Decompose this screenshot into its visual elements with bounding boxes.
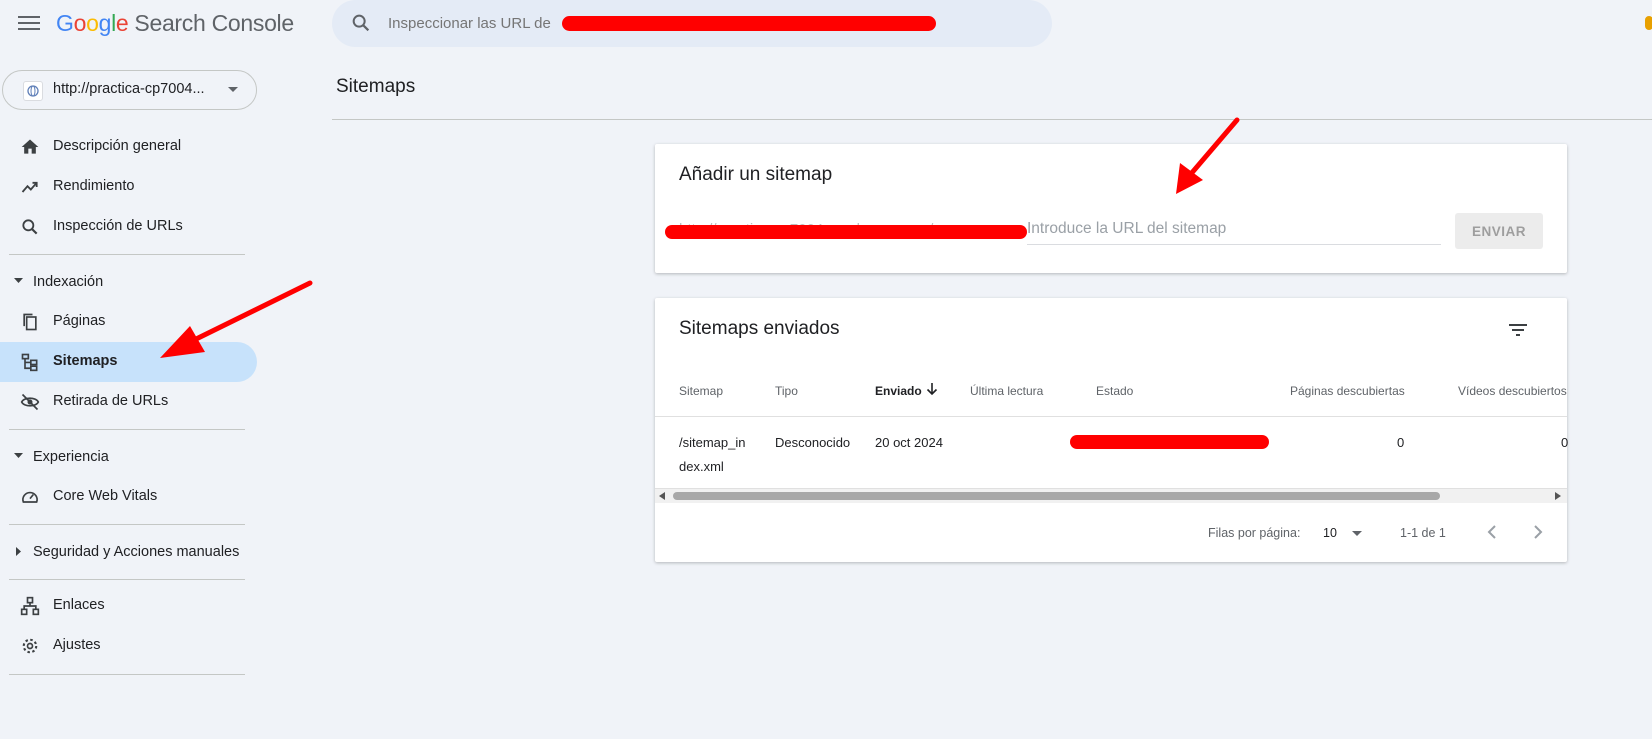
google-search-console-logo[interactable]: Google Search Console — [56, 10, 294, 37]
sidebar-item-overview[interactable]: Descripción general — [0, 127, 257, 167]
sidebar-item-label: Descripción general — [53, 138, 182, 154]
page-title: Sitemaps — [336, 76, 416, 97]
add-sitemap-title: Añadir un sitemap — [679, 164, 833, 185]
scroll-right-icon[interactable] — [1555, 492, 1561, 500]
column-header-last-read[interactable]: Última lectura — [970, 384, 1043, 398]
chevron-down-icon[interactable] — [1352, 531, 1362, 536]
sidebar-item-label: Core Web Vitals — [53, 488, 158, 504]
sidebar-item-label: Retirada de URLs — [53, 393, 169, 409]
section-experience[interactable]: Experiencia — [0, 440, 257, 474]
url-inspection-search[interactable] — [332, 0, 1052, 47]
title-divider — [332, 119, 1652, 120]
links-icon — [20, 596, 40, 616]
logo-letter: o — [86, 10, 99, 36]
sidebar-item-label: Ajustes — [53, 637, 101, 653]
main-menu-icon[interactable] — [18, 12, 40, 34]
column-header-type[interactable]: Tipo — [775, 384, 798, 398]
redaction-mark — [665, 225, 1027, 239]
pages-icon — [23, 313, 37, 331]
redaction-mark — [1070, 435, 1269, 449]
horizontal-scrollbar[interactable] — [655, 488, 1567, 503]
arrow-down-icon[interactable] — [925, 382, 939, 396]
sidebar-item-label: Rendimiento — [53, 178, 135, 194]
sidebar-item-removals[interactable]: Retirada de URLs — [0, 382, 257, 422]
sidebar-item-links[interactable]: Enlaces — [0, 586, 257, 626]
scroll-left-icon[interactable] — [659, 492, 665, 500]
chevron-left-icon[interactable] — [1481, 520, 1505, 544]
sitemap-path-part: dex.xml — [679, 459, 724, 474]
sitemap-path-part: /sitemap_in — [679, 435, 746, 450]
rows-per-page-label: Filas por página: — [1208, 526, 1301, 540]
sidebar-item-label: Inspección de URLs — [53, 218, 183, 234]
logo-letter: e — [115, 10, 129, 36]
filter-icon[interactable] — [1506, 318, 1530, 342]
scrollbar-thumb[interactable] — [673, 492, 1440, 500]
account-avatar[interactable] — [1645, 16, 1652, 30]
column-header-videos-discovered[interactable]: Vídeos descubiertos — [1458, 384, 1567, 398]
chevron-right-icon[interactable] — [1525, 520, 1549, 544]
globe-icon — [23, 81, 43, 101]
property-url: http://practica-cp7004... — [53, 81, 205, 97]
sidebar-item-pages[interactable]: Páginas — [0, 302, 257, 342]
sent-sitemaps-title: Sitemaps enviados — [679, 318, 840, 339]
column-header-status[interactable]: Estado — [1096, 384, 1133, 398]
sitemap-path[interactable]: /sitemap_in dex.xml — [679, 431, 745, 479]
logo-letter: o — [73, 10, 87, 36]
sidebar-item-url-inspection[interactable]: Inspección de URLs — [0, 207, 257, 247]
column-header-sitemap[interactable]: Sitemap — [679, 384, 723, 398]
column-header-submitted[interactable]: Enviado — [875, 384, 922, 398]
sidebar-divider — [9, 524, 245, 525]
sitemap-url-input[interactable] — [1027, 214, 1441, 245]
section-security[interactable]: Seguridad y Acciones manuales — [0, 535, 257, 569]
trending-up-icon — [21, 181, 38, 193]
rows-per-page-select[interactable]: 10 — [1323, 526, 1337, 540]
gauge-icon — [22, 491, 38, 503]
pagination-range: 1-1 de 1 — [1400, 526, 1446, 540]
sent-sitemaps-card: Sitemaps enviados Sitemap Tipo Enviado Ú… — [655, 298, 1569, 562]
home-icon — [21, 139, 39, 154]
sitemap-icon — [21, 353, 38, 372]
sidebar-divider — [9, 429, 245, 430]
sidebar-item-performance[interactable]: Rendimiento — [0, 167, 257, 207]
section-indexing[interactable]: Indexación — [0, 265, 257, 299]
chevron-down-icon — [228, 87, 238, 92]
sidebar-item-label: Enlaces — [53, 597, 105, 613]
property-selector[interactable]: http://practica-cp7004... — [2, 70, 257, 110]
sidebar-item-label: Sitemaps — [53, 353, 118, 369]
eye-off-icon — [20, 393, 40, 411]
submit-sitemap-button[interactable]: ENVIAR — [1455, 213, 1543, 249]
caret-down-icon — [14, 453, 23, 458]
redaction-mark — [562, 16, 936, 31]
sitemap-type: Desconocido — [775, 435, 851, 450]
sidebar-item-label: Páginas — [53, 313, 106, 329]
search-icon — [22, 219, 38, 235]
sidebar-divider — [9, 579, 245, 580]
column-header-pages-discovered[interactable]: Páginas descubiertas — [1290, 384, 1405, 398]
logo-letter: g — [98, 10, 112, 36]
caret-right-icon — [16, 547, 21, 556]
sitemap-videos-discovered: 0 — [1561, 435, 1569, 450]
sidebar-item-sitemaps[interactable]: Sitemaps — [0, 342, 257, 382]
logo-letter: G — [56, 10, 74, 36]
sitemap-pages-discovered: 0 — [1397, 435, 1405, 450]
table-header-divider — [655, 416, 1567, 417]
sidebar-divider — [9, 254, 245, 255]
product-name: Search Console — [134, 10, 294, 36]
section-label: Indexación — [33, 274, 104, 290]
sidebar-divider — [9, 674, 245, 675]
section-label: Seguridad y Acciones manuales — [33, 544, 240, 560]
section-label: Experiencia — [33, 449, 109, 465]
caret-down-icon — [14, 278, 23, 283]
sidebar-item-settings[interactable]: Ajustes — [0, 626, 257, 666]
add-sitemap-card: Añadir un sitemap http://practica-cp7004… — [655, 144, 1567, 273]
search-icon — [352, 14, 370, 32]
sitemap-submitted-date: 20 oct 2024 — [875, 435, 943, 450]
sidebar-item-core-web-vitals[interactable]: Core Web Vitals — [0, 477, 257, 517]
settings-icon — [22, 638, 38, 654]
